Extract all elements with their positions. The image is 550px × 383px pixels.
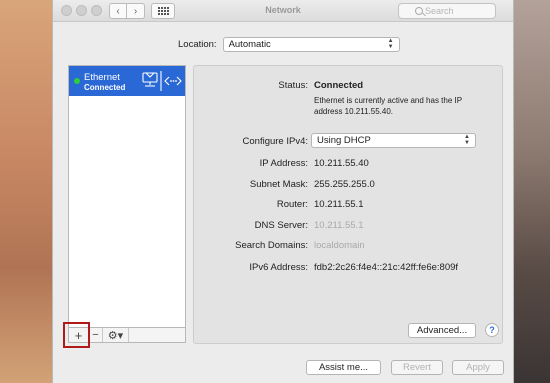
router-value: 10.211.55.1 <box>314 199 364 210</box>
help-button[interactable]: ? <box>485 323 499 337</box>
status-label: Status: <box>278 80 308 91</box>
assist-me-button[interactable]: Assist me... <box>306 360 381 375</box>
desktop-wallpaper-right <box>514 0 550 383</box>
add-button-highlight <box>63 322 90 348</box>
configure-ipv4-popup[interactable]: Using DHCP ▲ ▼ <box>311 133 476 148</box>
minus-icon: − <box>92 329 99 341</box>
chevron-updown-icon: ▲ ▼ <box>464 134 470 146</box>
ethernet-icon <box>142 71 182 91</box>
status-value: Connected <box>314 80 364 91</box>
service-item-ethernet[interactable]: Ethernet Connected <box>69 66 185 96</box>
service-name: Ethernet <box>84 72 120 83</box>
chevron-updown-icon: ▲ ▼ <box>387 38 394 50</box>
search-domains-label: Search Domains: <box>235 240 308 251</box>
apply-button[interactable]: Apply <box>452 360 504 375</box>
assist-me-label: Assist me... <box>318 362 369 373</box>
configure-ipv4-label: Configure IPv4: <box>242 136 308 147</box>
apply-label: Apply <box>466 362 490 373</box>
ipv6-address-label: IPv6 Address: <box>249 262 308 273</box>
detail-panel: Status: Connected Ethernet is currently … <box>193 65 503 344</box>
service-list[interactable]: Ethernet Connected <box>68 65 186 343</box>
search-placeholder: Search <box>425 6 454 16</box>
action-menu-button[interactable]: ⚙▾ <box>103 328 129 342</box>
ip-address-value: 10.211.55.40 <box>314 158 369 169</box>
location-row: Location: Automatic ▲ ▼ <box>178 37 400 52</box>
subnet-mask-value: 255.255.255.0 <box>314 179 375 190</box>
location-value: Automatic <box>228 39 271 50</box>
status-dot-icon <box>74 78 80 84</box>
subnet-mask-label: Subnet Mask: <box>249 179 308 190</box>
search-domains-value: localdomain <box>314 240 365 251</box>
advanced-button[interactable]: Advanced... <box>408 323 476 338</box>
search-field[interactable]: Search <box>398 3 496 19</box>
revert-button[interactable]: Revert <box>391 360 443 375</box>
router-label: Router: <box>276 199 308 210</box>
ipv6-address-value: fdb2:2c26:f4e4::21c:42ff:fe6e:809f <box>314 262 459 273</box>
dns-server-value: 10.211.55.1 <box>314 220 364 231</box>
remove-service-button[interactable]: − <box>89 328 103 342</box>
location-label: Location: <box>178 39 217 50</box>
title-bar: ‹ › Network Search <box>53 0 513 22</box>
network-preferences-window: ‹ › Network Search Location: Automatic ▲… <box>52 0 514 383</box>
status-description: Ethernet is currently active and has the… <box>314 96 462 116</box>
revert-label: Revert <box>403 362 431 373</box>
advanced-button-label: Advanced... <box>416 325 468 336</box>
search-icon <box>415 7 423 15</box>
location-popup[interactable]: Automatic ▲ ▼ <box>222 37 400 52</box>
dns-server-label: DNS Server: <box>254 220 308 231</box>
gear-icon: ⚙▾ <box>107 329 124 342</box>
ip-address-label: IP Address: <box>259 158 308 169</box>
configure-ipv4-value: Using DHCP <box>317 135 371 146</box>
desktop-wallpaper-left <box>0 0 52 383</box>
help-icon: ? <box>489 325 495 335</box>
service-status: Connected <box>84 83 126 92</box>
